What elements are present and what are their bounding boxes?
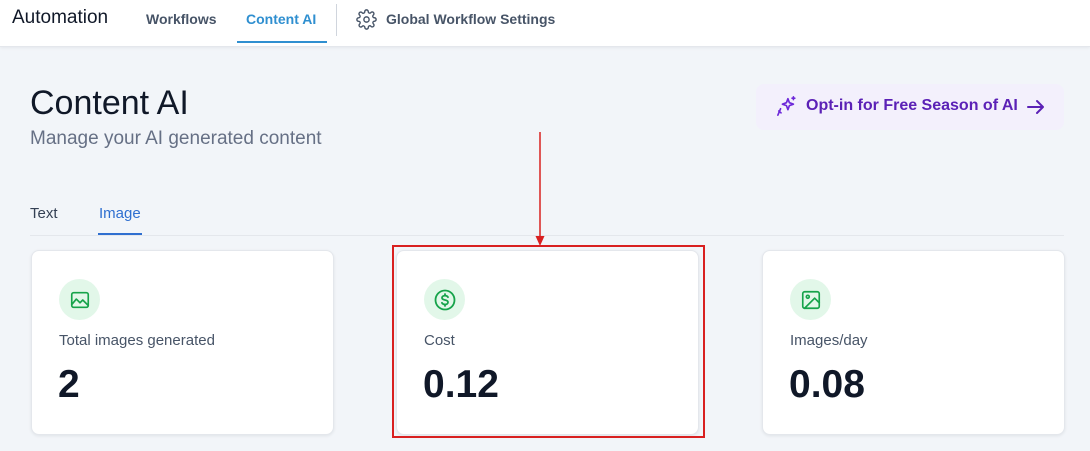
gear-icon[interactable] xyxy=(356,9,377,30)
card-value: 0.08 xyxy=(789,363,865,406)
card-label: Total images generated xyxy=(59,332,215,349)
top-nav: Automation Workflows Content AI Global W… xyxy=(0,0,1090,47)
arrow-right-icon xyxy=(1027,100,1044,114)
app-brand: Automation xyxy=(12,7,109,28)
image-mountain-icon xyxy=(70,291,89,308)
nav-workflows[interactable]: Workflows xyxy=(146,11,217,27)
card-icon-badge xyxy=(790,279,831,320)
sparkles-icon xyxy=(777,96,796,116)
annotation-arrow xyxy=(535,132,545,246)
image-icon xyxy=(801,290,820,309)
annotation-highlight-box xyxy=(392,245,705,438)
card-icon-badge xyxy=(59,279,100,320)
nav-content-ai[interactable]: Content AI xyxy=(246,11,316,27)
tab-active-indicator xyxy=(98,233,142,235)
nav-active-indicator xyxy=(237,41,327,43)
card-value: 2 xyxy=(58,363,80,406)
stat-card-images-per-day: Images/day 0.08 xyxy=(762,250,1065,435)
tab-text[interactable]: Text xyxy=(30,205,58,222)
stat-card-total-images: Total images generated 2 xyxy=(31,250,334,435)
nav-divider xyxy=(336,4,337,36)
optin-free-season-button[interactable]: Opt-in for Free Season of AI xyxy=(756,84,1064,130)
card-label: Images/day xyxy=(790,332,868,349)
nav-global-workflow-settings[interactable]: Global Workflow Settings xyxy=(386,11,555,27)
optin-label: Opt-in for Free Season of AI xyxy=(806,97,1018,114)
page-subtitle: Manage your AI generated content xyxy=(30,128,322,149)
tab-image[interactable]: Image xyxy=(99,205,141,222)
page-title: Content AI xyxy=(30,84,189,122)
